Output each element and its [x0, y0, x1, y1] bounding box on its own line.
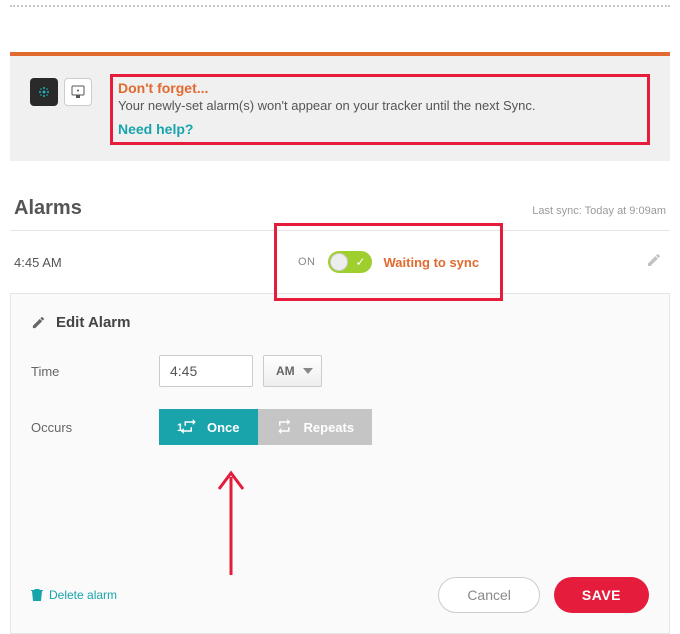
toggle-state-label: ON [298, 256, 316, 268]
notice-title: Don't forget... [118, 80, 642, 96]
occurs-once-label: Once [207, 420, 240, 435]
edit-alarm-panel: Edit Alarm Time AM Occurs 1 Once Repeats [10, 294, 670, 634]
repeat-icon [276, 419, 296, 435]
occurs-repeats-label: Repeats [304, 420, 355, 435]
delete-alarm-label: Delete alarm [49, 588, 117, 602]
last-sync-text: Last sync: Today at 9:09am [532, 205, 666, 217]
delete-alarm-link[interactable]: Delete alarm [31, 588, 117, 602]
alarm-row: 4:45 AM ON ✓ Waiting to sync [10, 230, 670, 294]
alarms-panel: Alarms Last sync: Today at 9:09am 4:45 A… [10, 197, 670, 634]
alarms-heading: Alarms [14, 197, 82, 220]
occurs-label: Occurs [31, 420, 159, 435]
ampm-value: AM [276, 364, 295, 378]
save-button[interactable]: SAVE [554, 577, 649, 613]
pencil-icon [31, 315, 46, 330]
alarm-time-display: 4:45 AM [14, 255, 284, 270]
notice-body: Your newly-set alarm(s) won't appear on … [118, 98, 642, 113]
edit-alarm-icon[interactable] [646, 252, 662, 273]
occurs-toggle-group: 1 Once Repeats [159, 409, 372, 445]
occurs-once-button[interactable]: 1 Once [159, 409, 258, 445]
edit-alarm-title-text: Edit Alarm [56, 314, 130, 331]
annotation-arrow-up [211, 467, 649, 577]
cancel-button[interactable]: Cancel [438, 577, 540, 613]
repeat-once-icon: 1 [177, 419, 199, 435]
ampm-select[interactable]: AM [263, 355, 322, 387]
chevron-down-icon [303, 368, 313, 374]
alarm-enabled-toggle[interactable]: ✓ [328, 251, 372, 273]
top-dotted-separator [10, 5, 670, 7]
tracker-one-icon [64, 78, 92, 106]
need-help-link[interactable]: Need help? [118, 121, 193, 137]
trash-icon [31, 588, 43, 602]
time-label: Time [31, 364, 159, 379]
tracker-flex-icon [30, 78, 58, 106]
sync-notice-banner: Don't forget... Your newly-set alarm(s) … [10, 52, 670, 161]
occurs-repeats-button[interactable]: Repeats [258, 409, 373, 445]
tracker-icons [30, 78, 92, 106]
edit-alarm-heading: Edit Alarm [31, 314, 649, 331]
time-input[interactable] [159, 355, 253, 387]
alarm-sync-status: Waiting to sync [384, 255, 480, 270]
